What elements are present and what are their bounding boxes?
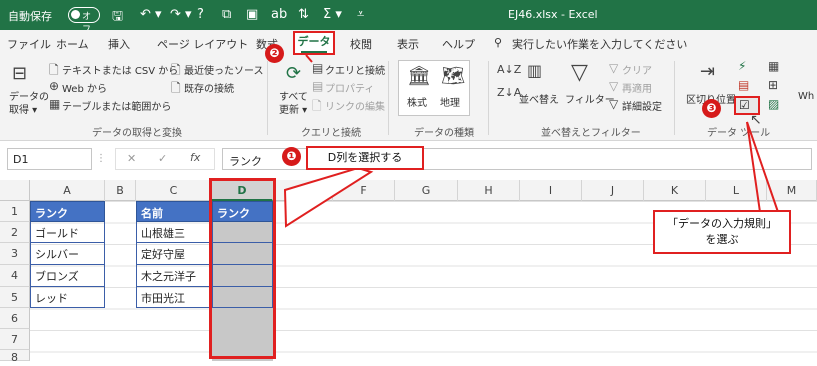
callout-3-line-2: を選ぶ [705,233,739,246]
callout-1-pointer [283,166,374,228]
callout-step-1: D列を選択する [306,146,424,170]
step-1-badge: ❶ [282,147,301,166]
annotation-arrows [283,54,779,228]
callout-step-3: 「データの入力規則」 を選ぶ [653,210,791,254]
callout-3-pointer [746,121,779,213]
callout-3-pointer-2 [746,121,761,213]
callout-2-pointer [305,54,313,63]
callout-3-line-1: 「データの入力規則」 [667,217,777,230]
step-2-badge: ❷ [265,44,284,63]
step-3-badge: ❸ [702,99,721,118]
